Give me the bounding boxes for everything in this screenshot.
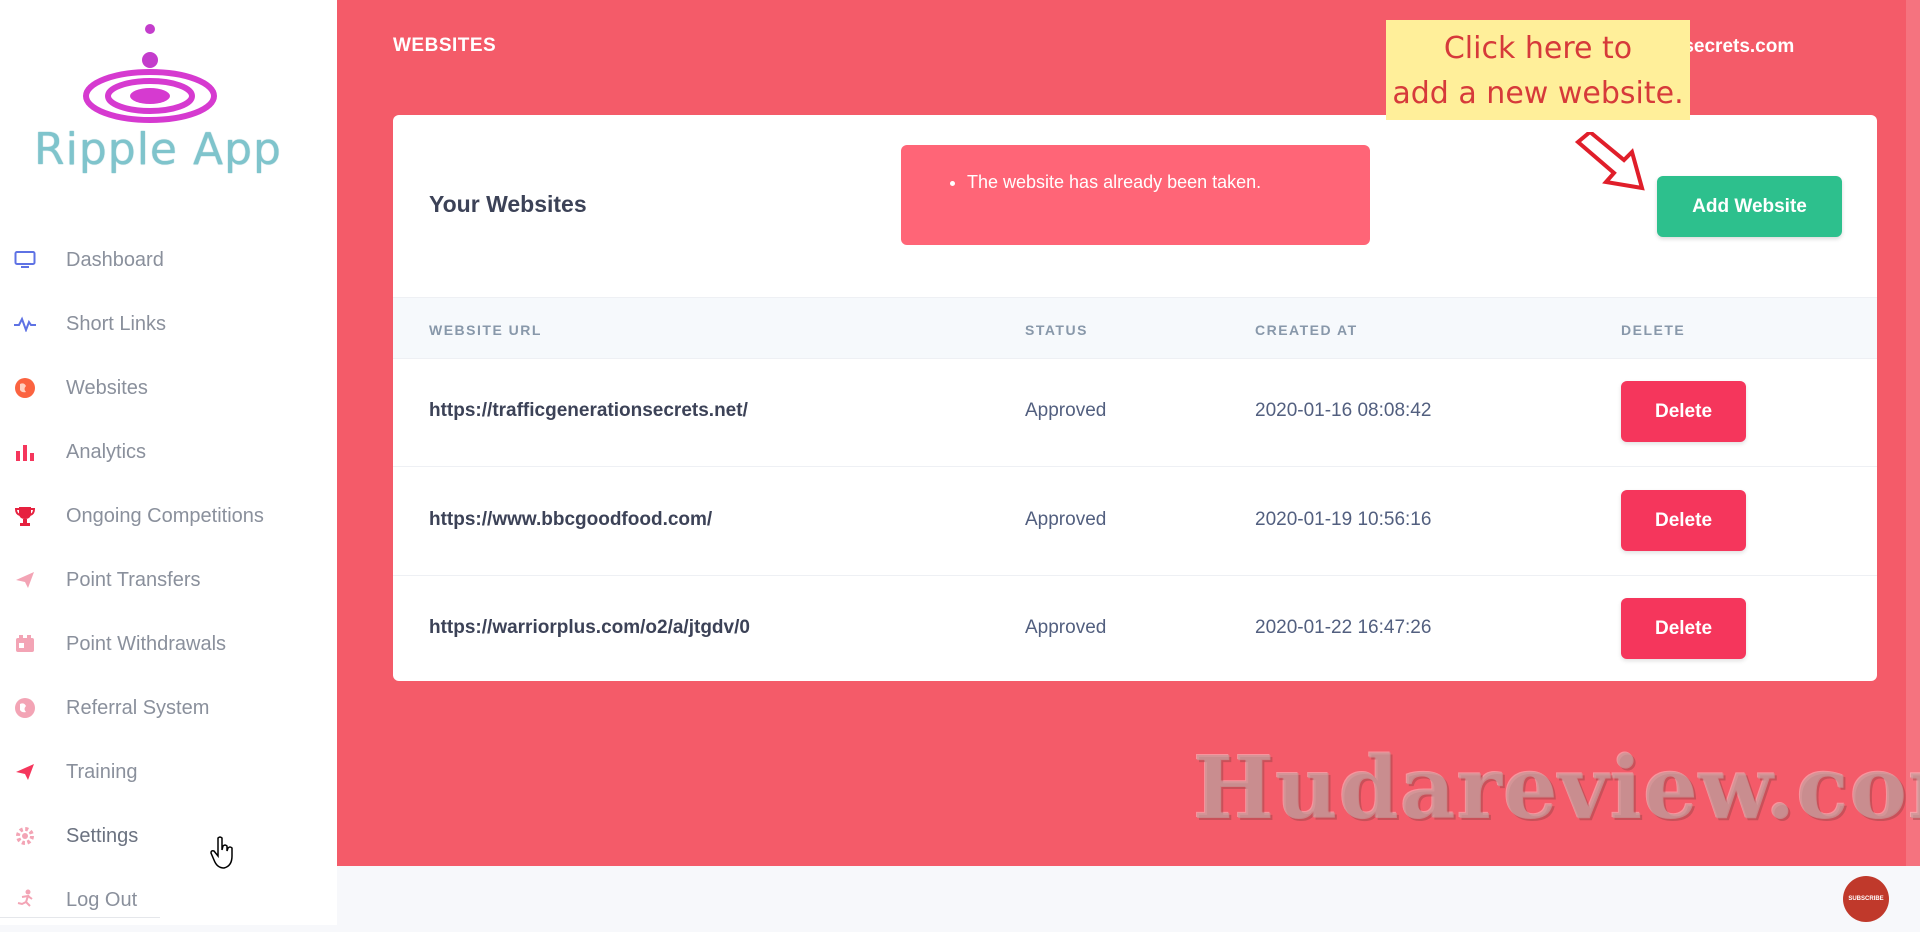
sidebar-item-label: Log Out [66, 888, 138, 911]
table-row: https://warriorplus.com/o2/a/jtgdv/0 App… [393, 575, 1877, 683]
bar-chart-icon [12, 439, 38, 465]
divider [0, 917, 160, 918]
sidebar-item-settings[interactable]: Settings [0, 804, 337, 868]
globe-icon [12, 695, 38, 721]
id-card-icon [12, 631, 38, 657]
running-icon [12, 887, 38, 913]
pulse-icon [12, 311, 38, 337]
annotation-callout: Click here to add a new website. [1386, 20, 1690, 120]
column-header-website-url: WEBSITE URL [429, 322, 542, 338]
sidebar-item-label: Short Links [66, 312, 167, 335]
add-website-button[interactable]: Add Website [1657, 176, 1842, 237]
table-row: https://trafficgenerationsecrets.net/ Ap… [393, 358, 1877, 467]
website-url[interactable]: https://warriorplus.com/o2/a/jtgdv/0 [429, 617, 750, 639]
arrow-icon [1572, 129, 1662, 202]
logo-text: Ripple App [34, 124, 282, 175]
delete-button[interactable]: Delete [1621, 381, 1746, 442]
sidebar-item-label: Dashboard [66, 248, 164, 271]
sidebar-item-label: Analytics [66, 440, 147, 463]
subscribe-badge[interactable]: SUBSCRIBE [1843, 876, 1889, 922]
sidebar-item-label: Ongoing Competitions [66, 504, 264, 527]
trophy-icon [12, 503, 38, 529]
scrollbar[interactable] [1906, 0, 1920, 866]
sidebar-item-referral-system[interactable]: Referral System [0, 676, 337, 740]
status: Approved [1025, 400, 1107, 421]
sidebar-item-log-out[interactable]: Log Out [0, 868, 337, 932]
website-url[interactable]: https://trafficgenerationsecrets.net/ [429, 400, 748, 422]
sidebar-item-label: Websites [66, 376, 148, 399]
main-footer [337, 866, 1920, 925]
status: Approved [1025, 509, 1107, 530]
error-alert: The website has already been taken. [901, 145, 1370, 245]
monitor-icon [12, 247, 38, 273]
sidebar-item-label: Settings [66, 824, 139, 847]
callout-line-2: add a new website. [1392, 76, 1684, 111]
table-row: https://www.bbcgoodfood.com/ Approved 20… [393, 467, 1877, 576]
sidebar-nav: Dashboard Short Links Websites Analytics… [0, 228, 337, 932]
delete-button[interactable]: Delete [1621, 598, 1746, 659]
sidebar-item-label: Point Transfers [66, 568, 201, 591]
created-at: 2020-01-22 16:47:26 [1255, 617, 1432, 638]
sidebar: Ripple App Dashboard Short Links Website… [0, 0, 338, 925]
sidebar-item-label: Training [66, 760, 138, 783]
sidebar-item-training[interactable]: Training [0, 740, 337, 804]
sidebar-item-point-transfers[interactable]: Point Transfers [0, 548, 337, 612]
sidebar-item-label: Point Withdrawals [66, 632, 227, 655]
gear-icon [12, 823, 38, 849]
globe-icon [12, 375, 38, 401]
page-title: WEBSITES [393, 35, 497, 56]
column-header-created-at: CREATED AT [1255, 322, 1358, 338]
column-header-status: STATUS [1025, 322, 1088, 338]
paper-plane-icon [12, 759, 38, 785]
sidebar-item-analytics[interactable]: Analytics [0, 420, 337, 484]
sidebar-item-websites[interactable]: Websites [0, 356, 337, 420]
sidebar-item-label: Referral System [66, 696, 210, 719]
watermark-text: Hudareview.com [1193, 738, 1920, 839]
sidebar-item-short-links[interactable]: Short Links [0, 292, 337, 356]
sidebar-item-ongoing-competitions[interactable]: Ongoing Competitions [0, 484, 337, 548]
status: Approved [1025, 617, 1107, 638]
callout-line-1: Click here to [1443, 31, 1633, 66]
app-logo[interactable]: Ripple App [18, 20, 298, 175]
hand-cursor-icon [210, 836, 236, 875]
card-title: Your Websites [429, 191, 587, 217]
alert-message: The website has already been taken. [967, 172, 1261, 193]
alert-list: The website has already been taken. [901, 172, 1261, 193]
column-header-delete: DELETE [1621, 322, 1686, 338]
table-header: WEBSITE URL STATUS CREATED AT DELETE [393, 297, 1877, 359]
website-url[interactable]: https://www.bbcgoodfood.com/ [429, 509, 712, 531]
sidebar-item-point-withdrawals[interactable]: Point Withdrawals [0, 612, 337, 676]
created-at: 2020-01-19 10:56:16 [1255, 509, 1432, 530]
delete-button[interactable]: Delete [1621, 490, 1746, 551]
sidebar-item-dashboard[interactable]: Dashboard [0, 228, 337, 292]
ripple-logo-icon [83, 24, 217, 123]
created-at: 2020-01-16 08:08:42 [1255, 400, 1432, 421]
paper-plane-icon [12, 567, 38, 593]
